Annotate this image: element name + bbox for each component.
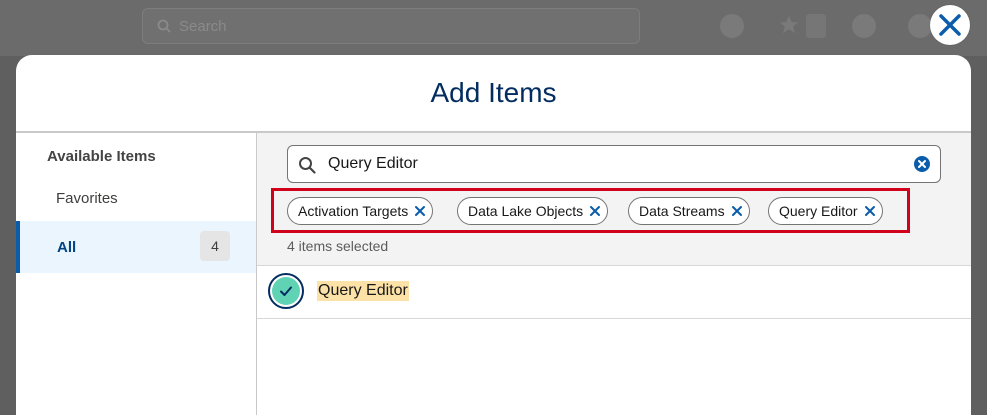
pill-label: Activation Targets [298, 203, 409, 219]
modal-header: Add Items [16, 55, 971, 133]
star-icon [778, 14, 802, 38]
sidebar-item-favorites[interactable]: Favorites [16, 175, 256, 221]
selection-checkbox[interactable] [268, 273, 304, 309]
sidebar: Available Items Favorites All 4 [16, 133, 257, 415]
avatar-icon [908, 14, 932, 38]
result-row[interactable]: Query Editor [257, 266, 971, 319]
clear-search-icon[interactable] [914, 156, 930, 172]
modal-title: Add Items [430, 77, 557, 108]
count-badge: 4 [200, 231, 230, 261]
pill-query-editor[interactable]: Query Editor [768, 197, 883, 225]
items-panel: Activation Targets Data Lake Objects Dat… [257, 133, 971, 415]
pill-activation-targets[interactable]: Activation Targets [287, 197, 434, 225]
background-search-box: Search [142, 8, 640, 44]
search-box [287, 145, 941, 183]
search-icon [299, 157, 316, 174]
pill-data-lake-objects[interactable]: Data Lake Objects [457, 197, 609, 225]
check-icon [272, 277, 300, 305]
pill-label: Query Editor [779, 203, 858, 219]
sidebar-heading: Available Items [47, 148, 156, 165]
background-search-placeholder: Search [179, 17, 227, 35]
add-items-modal: Add Items Available Items Favorites All … [16, 55, 971, 415]
filter-area: Activation Targets Data Lake Objects Dat… [257, 133, 971, 266]
pill-data-streams[interactable]: Data Streams [628, 197, 750, 225]
search-input[interactable] [328, 146, 888, 182]
add-icon [852, 14, 876, 38]
pill-label: Data Lake Objects [468, 203, 584, 219]
remove-pill-icon[interactable] [589, 205, 601, 217]
remove-pill-icon[interactable] [731, 205, 743, 217]
assistant-icon [720, 14, 744, 38]
background-search-icon [157, 19, 171, 33]
selected-count-text: 4 items selected [287, 238, 389, 254]
sidebar-item-all[interactable]: All 4 [16, 221, 256, 273]
pill-label: Data Streams [639, 203, 725, 219]
close-modal-button[interactable] [930, 5, 970, 45]
dropdown-icon [806, 14, 826, 38]
sidebar-item-label: All [57, 238, 77, 256]
remove-pill-icon[interactable] [414, 205, 426, 217]
remove-pill-icon[interactable] [864, 205, 876, 217]
sidebar-item-label: Favorites [56, 189, 118, 207]
close-icon [939, 14, 961, 36]
result-label: Query Editor [317, 281, 409, 301]
